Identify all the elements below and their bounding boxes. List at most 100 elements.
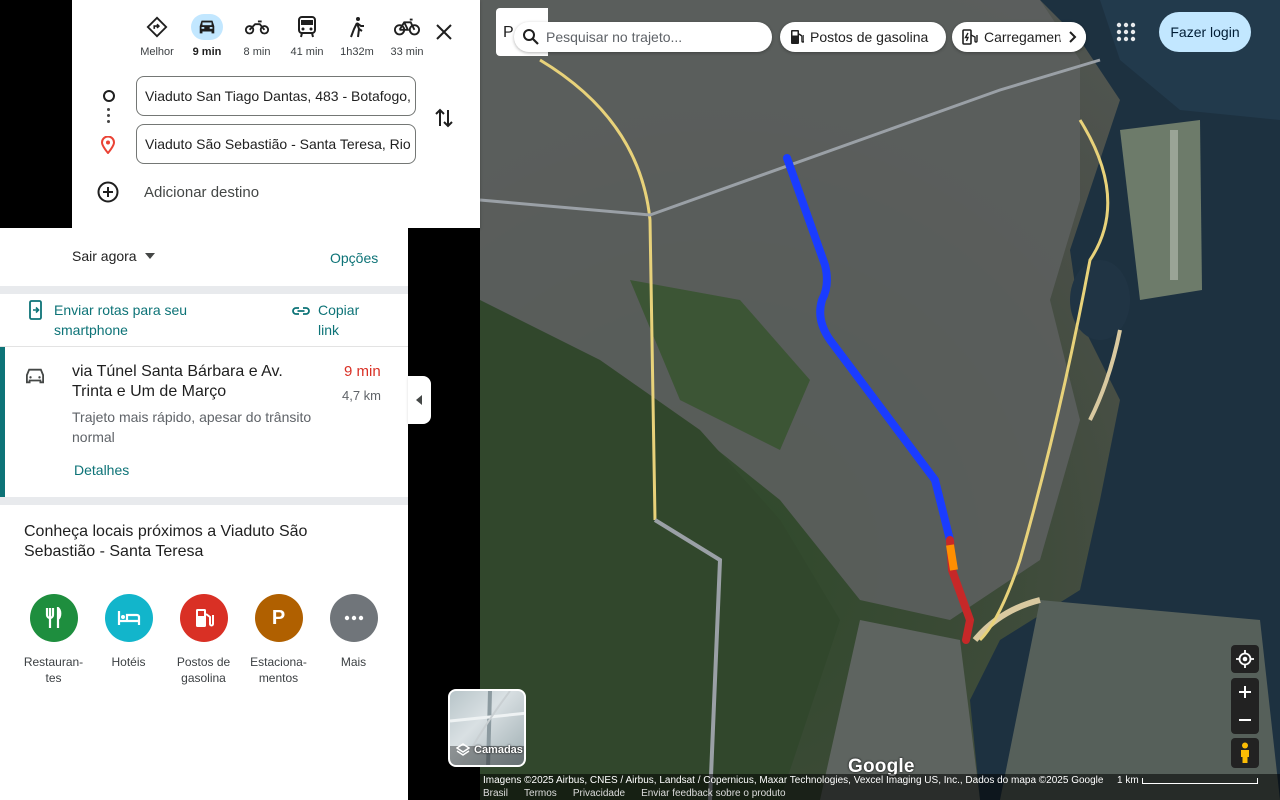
travel-mode-bar: Melhor 9 min 8 min 41 min 1h32m 33 min <box>132 14 432 62</box>
category-label: Postos de gasolina <box>176 655 231 685</box>
category-label: Estaciona-mentos <box>250 655 307 685</box>
close-icon <box>436 24 452 40</box>
zoom-controls <box>1231 678 1259 734</box>
category-restaurants[interactable]: Restauran-tes <box>16 594 91 686</box>
route-via-title: via Túnel Santa Bárbara e Av. Trinta e U… <box>72 363 283 400</box>
caret-down-icon <box>144 253 155 259</box>
route-duration: 9 min <box>344 363 381 380</box>
directions-header: Melhor 9 min 8 min 41 min 1h32m 33 min V… <box>72 0 480 228</box>
search-icon <box>523 29 539 45</box>
minus-icon <box>1239 719 1251 721</box>
chevron-right-icon <box>1069 31 1077 43</box>
origin-input[interactable]: Viaduto San Tiago Dantas, 483 - Botafogo… <box>136 76 416 116</box>
gas-stations-chip[interactable]: Postos de gasolina <box>780 22 946 52</box>
category-label: Restauran-tes <box>23 655 84 685</box>
destination-input[interactable]: Viaduto São Sebastião - Santa Teresa, Ri… <box>136 124 416 164</box>
send-to-phone-button[interactable]: Enviar rotas para seu smartphone <box>28 300 214 340</box>
selected-route-indicator <box>0 347 5 497</box>
origin-marker-icon <box>103 90 115 102</box>
app-root: Melhor 9 min 8 min 41 min 1h32m 33 min V… <box>0 0 1280 800</box>
map-attribution-bar: Imagens ©2025 Airbus, CNES / Airbus, Lan… <box>480 774 1280 800</box>
mode-label: 41 min <box>290 46 324 58</box>
scale-bar <box>1142 778 1258 784</box>
scale-label[interactable]: 1 km <box>1117 775 1139 786</box>
nearby-categories: Restauran-tes Hotéis Postos de gasolina … <box>16 594 391 686</box>
footer-links: Brasil Termos Privacidade Enviar feedbac… <box>483 788 786 799</box>
car-icon <box>24 367 46 390</box>
footer-link-terms[interactable]: Termos <box>524 788 557 799</box>
mode-motorcycle[interactable]: 8 min <box>232 14 282 62</box>
category-gas-stations[interactable]: Postos de gasolina <box>166 594 241 686</box>
walk-icon <box>341 14 373 40</box>
search-placeholder: Pesquisar no trajeto... <box>546 29 683 45</box>
send-to-phone-icon <box>29 300 42 320</box>
sign-in-button[interactable]: Fazer login <box>1159 12 1251 52</box>
google-apps-button[interactable] <box>1114 20 1138 49</box>
search-along-route-input[interactable]: Pesquisar no trajeto... <box>514 22 772 52</box>
best-route-icon <box>141 14 173 40</box>
bicycle-icon <box>391 14 423 40</box>
route-description: Trajeto mais rápido, apesar do trânsito … <box>72 409 312 445</box>
imagery-attribution: Imagens ©2025 Airbus, CNES / Airbus, Lan… <box>483 775 1104 786</box>
route-dots-icon <box>107 108 110 126</box>
satellite-map[interactable] <box>480 0 1280 800</box>
zoom-out-button[interactable] <box>1238 706 1252 734</box>
footer-link-privacy[interactable]: Privacidade <box>573 788 625 799</box>
layers-button[interactable]: Camadas <box>448 689 526 767</box>
plus-icon <box>1239 686 1251 698</box>
mode-label: 8 min <box>243 46 271 58</box>
chips-next-button[interactable] <box>1060 24 1086 50</box>
directions-panel: Sair agora Opções Enviar rotas para seu … <box>0 228 408 800</box>
gas-station-icon <box>791 30 804 44</box>
category-label: Hotéis <box>111 655 146 669</box>
nearby-title: Conheça locais próximos a Viaduto São Se… <box>24 523 308 560</box>
category-hotels[interactable]: Hotéis <box>91 594 166 686</box>
restaurant-icon <box>29 594 78 642</box>
mode-label: 9 min <box>192 46 222 58</box>
mode-best[interactable]: Melhor <box>132 14 182 62</box>
mode-label: 1h32m <box>340 46 374 58</box>
layers-text: Camadas <box>474 744 523 756</box>
send-to-phone-label: Enviar rotas para seu smartphone <box>54 302 188 338</box>
add-destination-label[interactable]: Adicionar destino <box>144 184 259 201</box>
swap-route-button[interactable] <box>432 106 456 135</box>
link-icon <box>292 307 310 315</box>
footer-link-feedback[interactable]: Enviar feedback sobre o produto <box>641 788 786 799</box>
mode-bicycle[interactable]: 33 min <box>382 14 432 62</box>
my-location-icon <box>1236 650 1254 668</box>
depart-label: Sair agora <box>72 248 137 264</box>
parking-icon: P <box>254 594 303 642</box>
route-details-link[interactable]: Detalhes <box>74 462 129 478</box>
depart-time-dropdown[interactable]: Sair agora <box>72 248 155 264</box>
mode-car[interactable]: 9 min <box>182 14 232 62</box>
hotel-icon <box>104 594 153 642</box>
mode-transit[interactable]: 41 min <box>282 14 332 62</box>
chevron-left-icon <box>415 395 422 405</box>
close-directions-button[interactable] <box>432 20 456 44</box>
street-view-pegman-button[interactable] <box>1231 738 1259 768</box>
zoom-in-button[interactable] <box>1238 678 1252 706</box>
category-label: Mais <box>340 655 367 669</box>
options-button[interactable]: Opções <box>330 250 378 266</box>
route-option-card[interactable]: via Túnel Santa Bárbara e Av. Trinta e U… <box>0 347 408 497</box>
add-destination-icon[interactable] <box>97 181 119 208</box>
section-divider <box>0 497 408 505</box>
route-distance: 4,7 km <box>342 388 382 403</box>
layers-label: Camadas <box>456 743 523 757</box>
destination-pin-icon <box>100 135 116 159</box>
collapse-panel-button[interactable] <box>408 376 431 424</box>
mode-walk[interactable]: 1h32m <box>332 14 382 62</box>
route-line[interactable] <box>480 0 1280 800</box>
car-icon <box>191 14 223 40</box>
ev-charging-icon <box>962 29 978 45</box>
apps-grid-icon <box>1116 22 1136 42</box>
copy-link-label: Copiar link <box>318 302 360 338</box>
category-parking[interactable]: P Estaciona-mentos <box>241 594 316 686</box>
category-more[interactable]: Mais <box>316 594 391 686</box>
chip-label: Postos de gasolina <box>810 29 929 45</box>
copy-link-button[interactable]: Copiar link <box>292 300 378 340</box>
my-location-button[interactable] <box>1231 645 1259 673</box>
pegman-icon <box>1241 742 1249 763</box>
mode-label: Melhor <box>140 46 174 58</box>
footer-link-country[interactable]: Brasil <box>483 788 508 799</box>
